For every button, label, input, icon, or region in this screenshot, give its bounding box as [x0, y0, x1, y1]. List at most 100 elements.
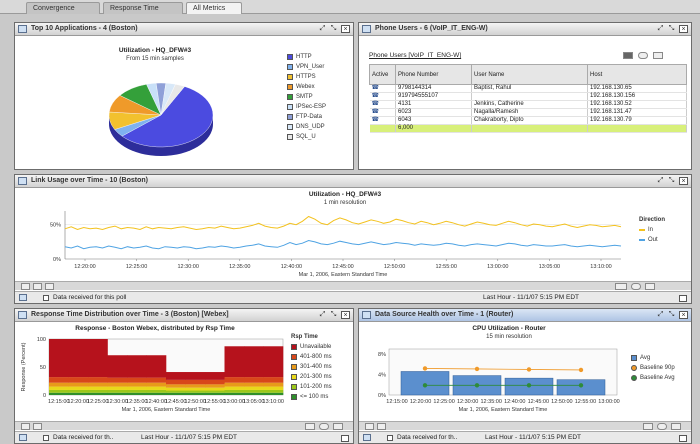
legend-label: FTP-Data [296, 114, 323, 120]
column-header[interactable]: Phone Number [395, 64, 472, 85]
maximize-icon[interactable] [679, 435, 687, 442]
legend-label: SQL_U [296, 134, 316, 140]
time-range[interactable]: Last Hour - 11/1/07 5:15 PM EDT [485, 434, 581, 441]
baseline-point [422, 383, 428, 388]
legend-swatch [291, 374, 297, 380]
table-row[interactable]: ☎ 6043 Chakraborty, Dipto 192.168.130.79 [369, 116, 687, 125]
data-received-checkbox[interactable] [387, 435, 393, 441]
zoom-button[interactable] [21, 283, 30, 290]
status-bar: Data received for th.. Last Hour - 11/1/… [15, 431, 353, 443]
time-range[interactable]: Last Hour - 11/1/07 5:15 PM EDT [141, 434, 237, 441]
legend-item: SMTP [287, 92, 326, 102]
phone-icon: ☎ [371, 101, 379, 107]
user-name-cell: Nagalla/Ramesh [471, 108, 588, 117]
x-tick-label: 12:30:00 [457, 399, 478, 405]
x-tick-label: 12:35:00 [481, 399, 502, 405]
options-button[interactable] [333, 423, 343, 430]
area-segment [49, 386, 69, 390]
footer-cell [369, 124, 396, 133]
column-header[interactable]: User Name [471, 64, 588, 85]
legend-item: SQL_U [287, 132, 326, 142]
host-cell: 192.168.131.47 [587, 108, 687, 117]
area-segment [107, 355, 128, 378]
x-tick-label: 12:25:00 [433, 399, 454, 405]
table-view-button[interactable] [643, 423, 653, 430]
pan-button[interactable] [377, 423, 386, 430]
refresh-button[interactable] [657, 423, 667, 430]
table-row[interactable]: ☎ 9798144314 Baptist, Rahul 192.168.130.65 [369, 84, 687, 93]
legend-label: In [648, 227, 654, 233]
legend-swatch [291, 364, 297, 370]
baseline-point [422, 366, 428, 371]
table-row[interactable]: ☎ 4131 Jenkins, Catherine 192.168.130.52 [369, 100, 687, 109]
legend-swatch [287, 74, 293, 80]
reset-button[interactable] [45, 283, 54, 290]
x-tick-label: 12:55:00 [575, 399, 596, 405]
area-segment [205, 379, 225, 385]
area-segment [224, 389, 245, 393]
legend-label: 201-300 ms [300, 374, 332, 380]
tab-convergence[interactable]: Convergence [26, 2, 100, 14]
y-tick-label: 0% [53, 257, 61, 263]
area-segment [166, 384, 186, 388]
pie-legend: HTTP VPN_User HTTPS Webex SMTP IPSec-ESP… [287, 52, 326, 142]
legend-swatch [287, 84, 293, 90]
chart-toolbar [15, 421, 353, 430]
active-cell: ☎ [369, 108, 396, 117]
legend-label: 301-400 ms [300, 364, 332, 370]
close-icon[interactable]: × [679, 25, 688, 33]
table-row[interactable]: ☎ 919794555107 192.168.130.156 [369, 92, 687, 101]
column-header[interactable]: Host [587, 64, 687, 85]
status-text: Data received for this poll [53, 294, 127, 301]
pan-button[interactable] [33, 423, 42, 430]
expand-icon[interactable]: ⤢ [656, 25, 665, 33]
options-button[interactable] [671, 423, 681, 430]
data-received-checkbox[interactable] [43, 435, 49, 441]
zoom-button[interactable] [21, 423, 30, 430]
x-tick-label: 12:25:00 [87, 399, 108, 405]
tab-label: All Metrics [193, 5, 226, 12]
table-row[interactable]: ☎ 6023 Nagalla/Ramesh 192.168.131.47 [369, 108, 687, 117]
baseline-point [578, 367, 584, 373]
table-view-button[interactable] [615, 283, 627, 290]
refresh-button[interactable] [319, 423, 329, 430]
options-button[interactable] [645, 283, 655, 290]
tab-bar: Convergence Response Time All Metrics [0, 0, 700, 14]
status-bar: Data received for th.. Last Hour - 11/1/… [359, 431, 691, 443]
area-segment [205, 390, 225, 393]
area-segment [146, 377, 167, 383]
y-tick-label: 0% [378, 393, 386, 399]
x-tick-label: 12:50:00 [551, 399, 572, 405]
legend-swatch [631, 365, 637, 371]
tab-response-time[interactable]: Response Time [103, 2, 183, 14]
column-header[interactable]: Active [369, 64, 396, 85]
data-received-checkbox[interactable] [43, 295, 49, 301]
legend-label: Unavailable [300, 344, 332, 350]
refresh-button[interactable] [638, 52, 648, 59]
table-view-button[interactable] [623, 52, 633, 59]
y-tick-label: 50% [50, 223, 61, 229]
x-tick-label: 12:25:00 [126, 264, 147, 270]
monitor-icon [19, 294, 27, 301]
maximize-icon[interactable] [341, 435, 349, 442]
area-segment [166, 390, 186, 393]
table-view-button[interactable] [305, 423, 315, 430]
tab-all-metrics[interactable]: All Metrics [186, 2, 242, 14]
area-segment [88, 386, 108, 390]
area-segment [127, 389, 147, 393]
restore-icon[interactable]: ⤡ [667, 25, 676, 33]
area-segment [68, 382, 89, 387]
area-segment [107, 382, 128, 387]
refresh-button[interactable] [631, 283, 641, 290]
maximize-icon[interactable] [679, 295, 687, 302]
x-tick-label: 12:45:00 [528, 399, 549, 405]
time-range[interactable]: Last Hour - 11/1/07 5:15 PM EDT [483, 294, 579, 301]
zoom-button[interactable] [365, 423, 374, 430]
area-segment [185, 379, 206, 385]
options-button[interactable] [653, 52, 663, 59]
area-segment [166, 372, 186, 380]
area-segment [68, 389, 89, 393]
status-bar: Data received for this poll Last Hour - … [15, 291, 691, 303]
area-segment [49, 377, 69, 383]
pan-button[interactable] [33, 283, 42, 290]
